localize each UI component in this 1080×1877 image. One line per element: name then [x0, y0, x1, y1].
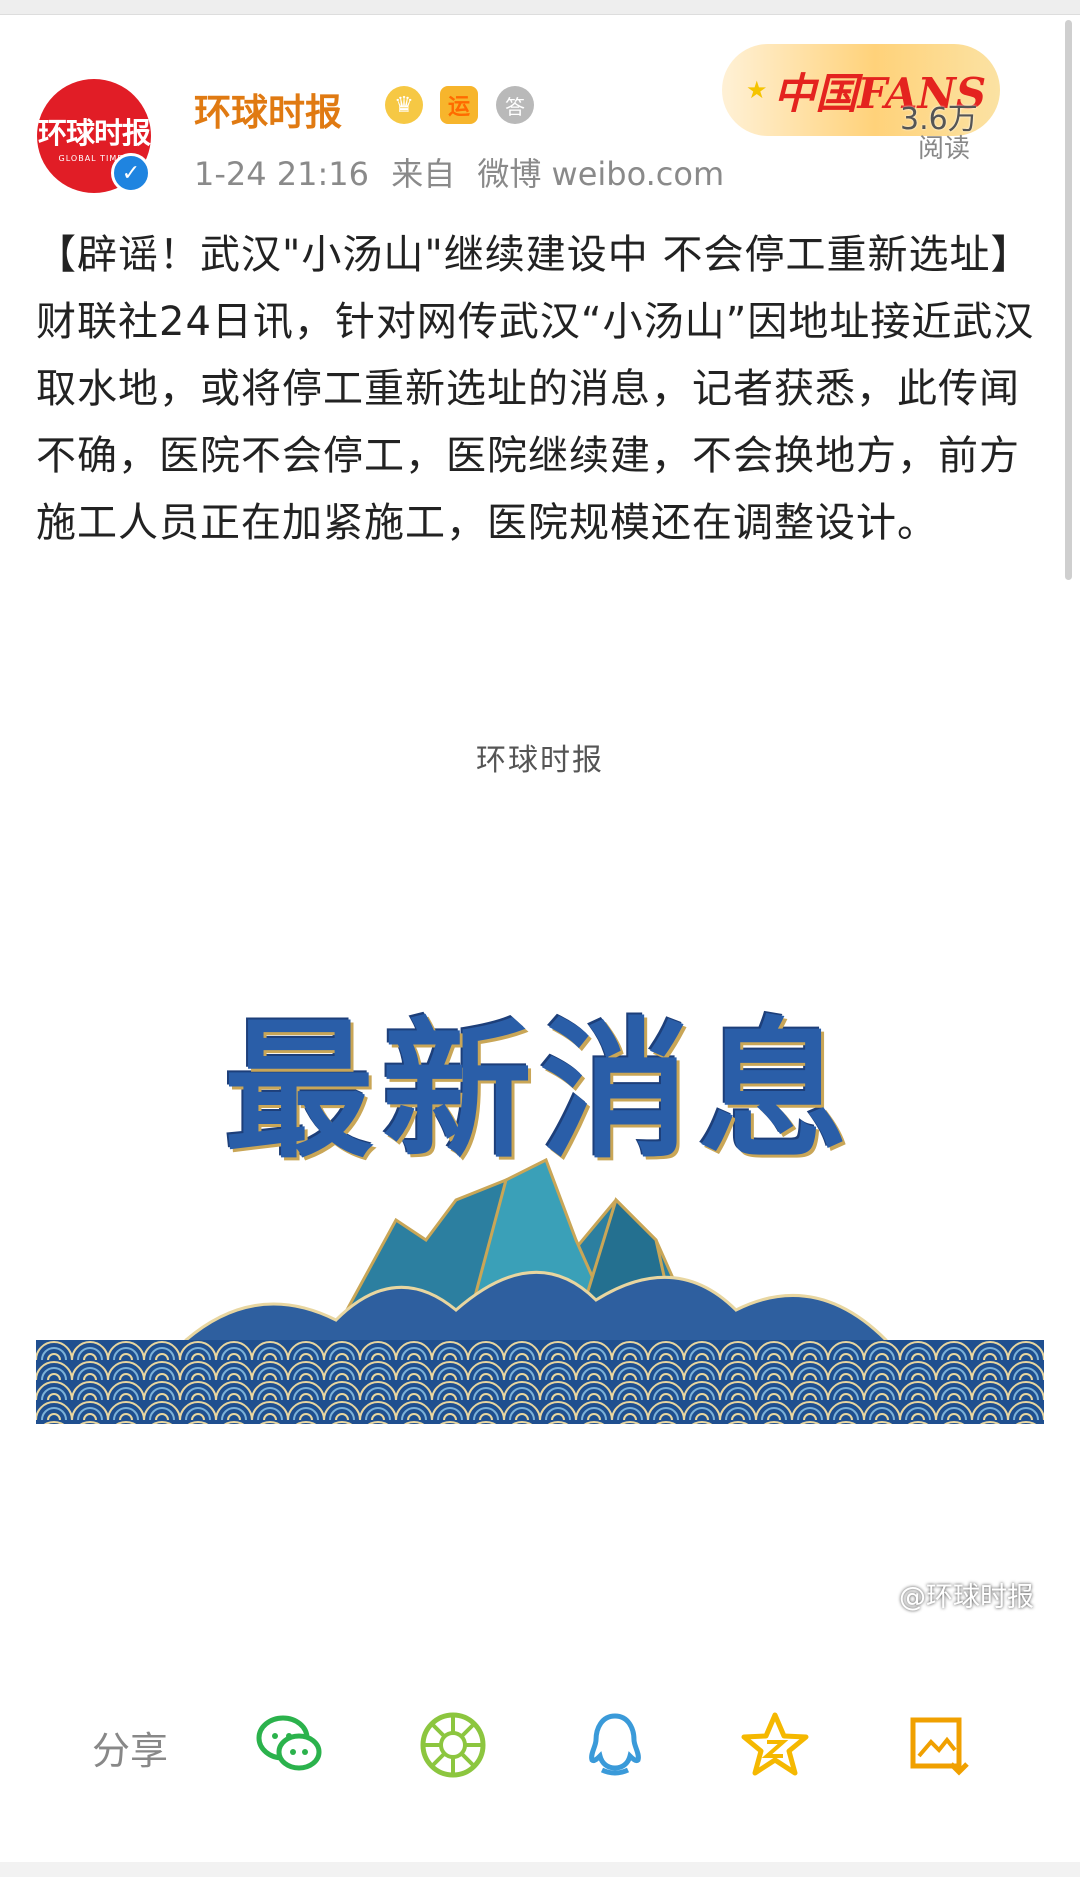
share-bar: 分享: [0, 1700, 1080, 1800]
wechat-icon[interactable]: [255, 1710, 325, 1780]
avatar-logo: 环球时报: [37, 115, 151, 150]
verified-check-icon: ✓: [111, 153, 151, 193]
save-image-icon[interactable]: [905, 1710, 975, 1780]
star-icon: ★: [746, 76, 768, 104]
post-image[interactable]: 环球时报 最新消息 @环球时报: [36, 640, 1044, 1636]
moments-icon[interactable]: [418, 1710, 488, 1780]
scrollbar[interactable]: [1065, 20, 1072, 580]
post-source[interactable]: 微博 weibo.com: [477, 155, 724, 193]
answer-medal-icon[interactable]: 答: [496, 86, 534, 124]
image-watermark: @环球时报: [899, 1582, 1034, 1613]
bottom-bar: [0, 1862, 1080, 1877]
mountain-wave-illustration: [36, 1157, 1044, 1424]
post-text: 【辟谣！武汉"小汤山"继续建设中 不会停工重新选址】财联社24日讯，针对网传武汉…: [36, 232, 1035, 546]
source-prefix: 来自: [391, 155, 456, 193]
crown-icon[interactable]: ♛: [385, 86, 423, 124]
qq-icon[interactable]: [580, 1710, 650, 1780]
read-label: 阅读: [918, 134, 971, 164]
post-time: 1-24 21:16: [194, 155, 370, 193]
top-bar: [0, 0, 1080, 15]
yun-badge-icon[interactable]: 运: [440, 86, 478, 124]
author-name[interactable]: 环球时报: [194, 82, 342, 136]
post-meta: 1-24 21:16 来自 微博 weibo.com: [194, 149, 724, 195]
qzone-icon[interactable]: [740, 1710, 810, 1780]
share-label: 分享: [92, 1729, 169, 1773]
